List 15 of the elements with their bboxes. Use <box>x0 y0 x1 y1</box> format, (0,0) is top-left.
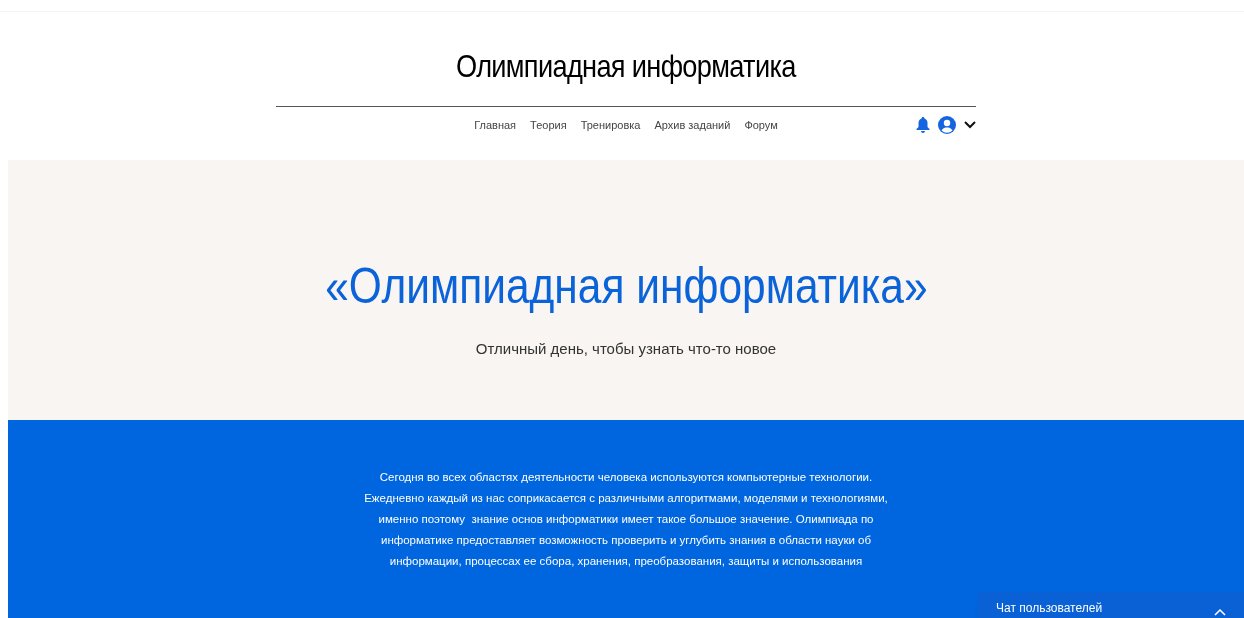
bell-icon[interactable] <box>916 117 930 134</box>
chevron-down-icon[interactable] <box>964 121 976 130</box>
avatar-icon[interactable] <box>938 116 956 135</box>
about-paragraph: Сегодня во всех областях деятельности человека используются компьютерные технологии. Ежедневно каждый из нас соприкасается с различными алгоритмами, моделями и технологиями, именно поэтому знание основ информатики имеет такое большое значение. Олимпиада по информатике предоставляет возможность проверить и углубить знания в области науки об информации, процессах ее сбора, хранения, преобразования, защиты и использования <box>364 470 888 569</box>
chat-bar[interactable]: Чат пользователей <box>978 592 1244 618</box>
site-title: Олимпиадная информатика <box>456 47 796 86</box>
nav-link[interactable]: Форум <box>744 117 778 134</box>
hero-subheading: Отличный день, чтобы узнать что-то новое <box>475 339 777 359</box>
chat-title: Чат пользователей <box>996 600 1103 617</box>
chevron-up-icon <box>1214 608 1226 616</box>
hero-heading: «Олимпиадная информатика» <box>324 257 928 316</box>
nav-link[interactable]: Теория <box>530 117 567 134</box>
nav-link[interactable]: Архив заданий <box>654 117 731 134</box>
nav-link[interactable]: Тренировка <box>580 117 641 134</box>
nav-link[interactable]: Главная <box>474 117 517 134</box>
